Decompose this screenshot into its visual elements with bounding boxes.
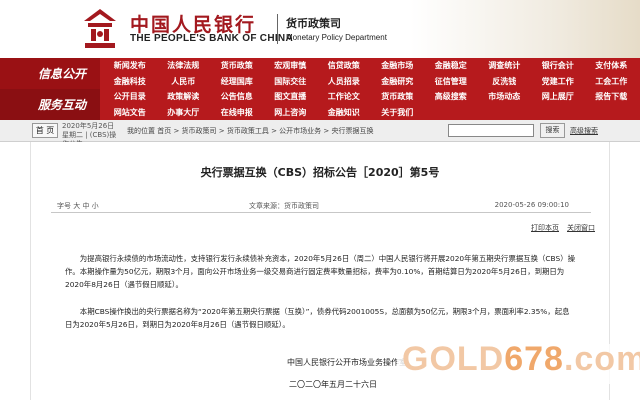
dept-name-cn: 货币政策司 bbox=[286, 17, 341, 30]
nav-item[interactable]: 新闻发布 bbox=[103, 58, 157, 74]
nav-item[interactable]: 经理国库 bbox=[210, 74, 264, 90]
article-title: 央行票据互换（CBS）招标公告［2020］第5号 bbox=[200, 166, 440, 179]
breadcrumb[interactable]: 我的位置 首页 > 货币政策司 > 货币政策工具 > 公开市场业务 > 央行票据… bbox=[127, 126, 374, 136]
nav-row-4: 网站文告 办事大厅 在线申报 网上咨询 金融知识 关于我们 bbox=[103, 105, 424, 121]
article-paragraph-1: 为提高银行永续债的市场流动性，支持银行发行永续债补充资本，2020年5月26日（… bbox=[65, 254, 575, 289]
nav-item[interactable]: 人员招录 bbox=[317, 74, 371, 90]
nav-item[interactable]: 工作论文 bbox=[317, 89, 371, 105]
nav-item[interactable]: 银行会计 bbox=[531, 58, 585, 74]
nav-section-info-disclosure[interactable]: 信息公开 bbox=[0, 58, 100, 89]
nav-item[interactable]: 公开目录 bbox=[103, 89, 157, 105]
nav-grid: 新闻发布 法律法规 货币政策 宏观审慎 信贷政策 金融市场 金融稳定 调查统计 … bbox=[103, 58, 640, 120]
nav-item[interactable]: 关于我们 bbox=[371, 105, 425, 121]
nav-item[interactable]: 市场动态 bbox=[478, 89, 532, 105]
nav-item[interactable]: 党建工作 bbox=[531, 74, 585, 90]
nav-item[interactable]: 货币政策 bbox=[371, 89, 425, 105]
nav-item[interactable]: 货币政策 bbox=[210, 58, 264, 74]
breadcrumb-bar: 首 页 2020年5月26日 星期二 | (CBS)操作公告 我的位置 首页 >… bbox=[0, 120, 640, 148]
nav-item[interactable]: 信贷政策 bbox=[317, 58, 371, 74]
nav-item[interactable]: 金融稳定 bbox=[424, 58, 478, 74]
nav-row-3: 公开目录 政策解读 公告信息 图文直播 工作论文 货币政策 高级搜索 市场动态 … bbox=[103, 89, 638, 105]
watermark-part-2: 678 bbox=[504, 340, 564, 378]
pboc-logo-icon bbox=[84, 9, 116, 48]
article-paragraph-2: 本期CBS操作换出的央行票据名称为“2020年第五期央行票据（互换）”，债券代码… bbox=[65, 307, 570, 329]
search-button[interactable]: 搜索 bbox=[540, 123, 565, 138]
article-signature: 中国人民银行公开市场业务操作室 bbox=[287, 358, 407, 367]
watermark-part-1: GOLD bbox=[402, 340, 505, 378]
nav-item[interactable]: 图文直播 bbox=[264, 89, 318, 105]
nav-item[interactable]: 金融研究 bbox=[371, 74, 425, 90]
nav-row-1: 新闻发布 法律法规 货币政策 宏观审慎 信贷政策 金融市场 金融稳定 调查统计 … bbox=[103, 58, 638, 74]
nav-item[interactable]: 法律法规 bbox=[157, 58, 211, 74]
nav-item[interactable]: 宏观审慎 bbox=[264, 58, 318, 74]
search-input[interactable] bbox=[448, 124, 534, 137]
article-sign-date: 二〇二〇年五月二十六日 bbox=[289, 380, 377, 389]
advanced-search-link[interactable]: 高级搜索 bbox=[570, 126, 598, 136]
nav-item[interactable]: 人民币 bbox=[157, 74, 211, 90]
nav-item[interactable]: 网上咨询 bbox=[264, 105, 318, 121]
nav-item[interactable]: 高级搜索 bbox=[424, 89, 478, 105]
nav-item[interactable]: 网上展厅 bbox=[531, 89, 585, 105]
watermark-logo: GOLD678.com bbox=[402, 340, 640, 379]
nav-item[interactable]: 金融市场 bbox=[371, 58, 425, 74]
article-divider bbox=[51, 212, 591, 213]
nav-item[interactable]: 网站文告 bbox=[103, 105, 157, 121]
nav-item[interactable]: 调查统计 bbox=[478, 58, 532, 74]
nav-item[interactable]: 在线申报 bbox=[210, 105, 264, 121]
nav-item[interactable]: 金融知识 bbox=[317, 105, 371, 121]
dept-name-en: Monetary Policy Department bbox=[286, 33, 387, 42]
nav-row-2: 金融科技 人民币 经理国库 国际交往 人员招录 金融研究 征信管理 反洗钱 党建… bbox=[103, 74, 638, 90]
watermark-part-3: .com bbox=[563, 340, 640, 378]
nav-item[interactable]: 办事大厅 bbox=[157, 105, 211, 121]
nav-item[interactable]: 征信管理 bbox=[424, 74, 478, 90]
nav-item[interactable]: 国际交往 bbox=[264, 74, 318, 90]
nav-item[interactable]: 工会工作 bbox=[585, 74, 639, 90]
nav-item[interactable]: 报告下载 bbox=[585, 89, 639, 105]
nav-item[interactable]: 金融科技 bbox=[103, 74, 157, 90]
nav-item[interactable]: 反洗钱 bbox=[478, 74, 532, 90]
header-divider bbox=[277, 14, 278, 44]
nav-item[interactable]: 支付体系 bbox=[585, 58, 639, 74]
nav-item[interactable]: 政策解读 bbox=[157, 89, 211, 105]
nav-section-service[interactable]: 服务互动 bbox=[0, 89, 100, 120]
article-source: 文章来源：货币政策司 bbox=[249, 202, 319, 210]
article-date: 2020-05-26 09:00:10 bbox=[494, 201, 569, 209]
font-size-control[interactable]: 字号 大 中 小 bbox=[57, 201, 99, 211]
nav-item[interactable]: 公告信息 bbox=[210, 89, 264, 105]
print-link[interactable]: 打印本页 bbox=[531, 223, 559, 233]
close-window-link[interactable]: 关闭窗口 bbox=[567, 223, 595, 233]
banner-decoration bbox=[410, 0, 640, 58]
bank-name-en: THE PEOPLE'S BANK OF CHINA bbox=[130, 33, 293, 44]
header-banner: 中国人民银行 THE PEOPLE'S BANK OF CHINA 货币政策司 … bbox=[0, 0, 640, 58]
main-nav: 信息公开 服务互动 新闻发布 法律法规 货币政策 宏观审慎 信贷政策 金融市场 … bbox=[0, 58, 640, 120]
home-button[interactable]: 首 页 bbox=[32, 123, 58, 138]
